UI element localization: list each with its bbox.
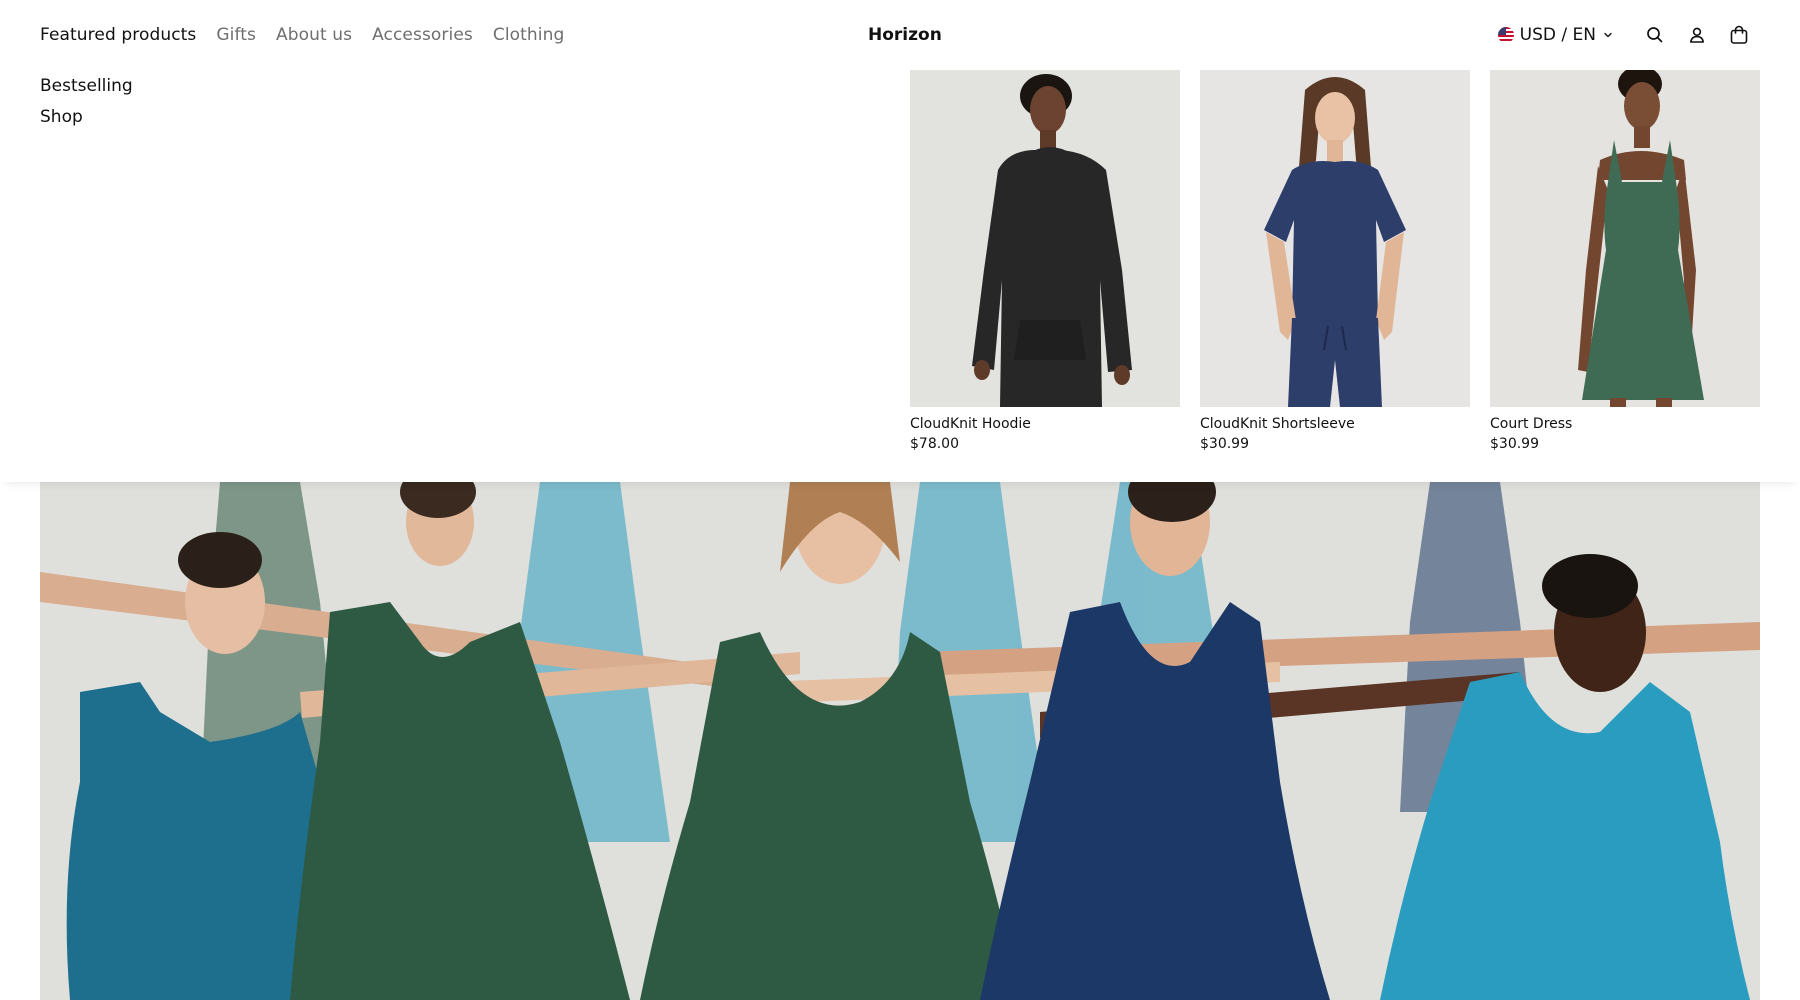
product-price: $78.00: [910, 436, 959, 452]
shortsleeve-model-illustration: [1200, 70, 1470, 407]
nav-gifts[interactable]: Gifts: [216, 25, 256, 45]
cart-button[interactable]: [1718, 14, 1760, 56]
locale-label: USD / EN: [1519, 25, 1596, 45]
us-flag-icon: [1497, 27, 1514, 43]
product-price: $30.99: [1200, 436, 1249, 452]
product-name[interactable]: CloudKnit Hoodie: [910, 416, 1180, 432]
hero-yoga-group-illustration: [40, 482, 1760, 1000]
mega-menu-panel: Bestselling Shop CloudKnit Hoodie $78.00…: [0, 70, 1800, 482]
product-price: $30.99: [1490, 436, 1539, 452]
featured-product-cards: CloudKnit Hoodie $78.00 CloudKnit Shorts…: [910, 70, 1760, 452]
product-name[interactable]: Court Dress: [1490, 416, 1760, 432]
product-name[interactable]: CloudKnit Shortsleeve: [1200, 416, 1470, 432]
site-logo[interactable]: Horizon: [868, 0, 942, 70]
menu-link-shop[interactable]: Shop: [40, 107, 133, 127]
header-actions: USD / EN: [1497, 0, 1760, 70]
nav-clothing[interactable]: Clothing: [493, 25, 565, 45]
locale-selector[interactable]: USD / EN: [1497, 25, 1614, 45]
product-card-cloudknit-shortsleeve[interactable]: CloudKnit Shortsleeve $30.99: [1200, 70, 1470, 452]
account-button[interactable]: [1676, 14, 1718, 56]
product-card-cloudknit-hoodie[interactable]: CloudKnit Hoodie $78.00: [910, 70, 1180, 452]
product-image-shortsleeve[interactable]: [1200, 70, 1470, 407]
site-header: Featured products Gifts About us Accesso…: [0, 0, 1800, 70]
search-icon: [1647, 27, 1663, 43]
product-card-court-dress[interactable]: Court Dress $30.99: [1490, 70, 1760, 452]
nav-featured-products[interactable]: Featured products: [40, 25, 196, 45]
hero-banner: [40, 482, 1760, 1000]
dress-model-illustration: [1490, 70, 1760, 407]
nav-about-us[interactable]: About us: [276, 25, 352, 45]
cart-icon: [1730, 25, 1748, 44]
menu-link-bestselling[interactable]: Bestselling: [40, 76, 133, 96]
product-image-dress[interactable]: [1490, 70, 1760, 407]
main-nav: Featured products Gifts About us Accesso…: [40, 0, 564, 70]
mega-menu-links: Bestselling Shop: [40, 76, 133, 127]
product-image-hoodie[interactable]: [910, 70, 1180, 407]
chevron-down-icon: [1604, 32, 1612, 38]
hoodie-model-illustration: [910, 70, 1180, 407]
search-button[interactable]: [1634, 14, 1676, 56]
nav-accessories[interactable]: Accessories: [372, 25, 473, 45]
account-icon: [1690, 27, 1704, 43]
